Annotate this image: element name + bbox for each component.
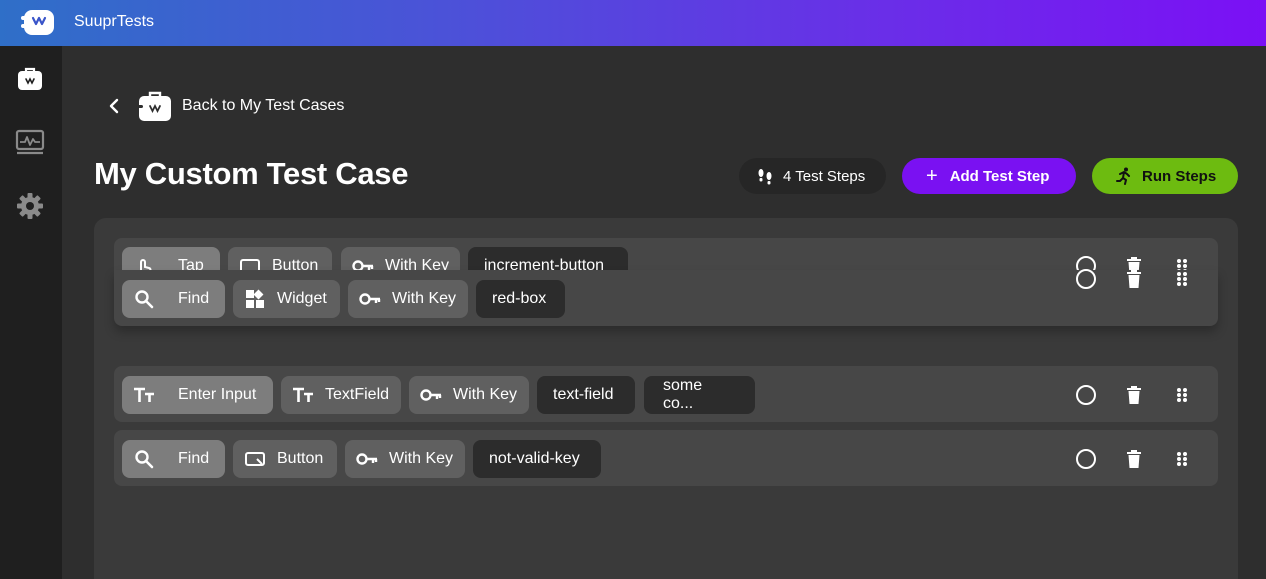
- tap-finger-icon: [132, 254, 156, 270]
- action-chip[interactable]: Tap: [122, 247, 220, 270]
- key-icon: [358, 287, 382, 311]
- table-row[interactable]: Tap Button With Key increment-button: [114, 238, 1218, 270]
- widget-type-chip[interactable]: Widget: [233, 280, 340, 318]
- back-to-test-cases-link[interactable]: Back to My Test Cases: [104, 88, 344, 124]
- gear-icon: [17, 193, 43, 219]
- sidebar-item-settings[interactable]: [14, 190, 46, 222]
- key-value-chip[interactable]: not-valid-key: [473, 440, 601, 478]
- test-steps-count: 4 Test Steps: [783, 167, 866, 185]
- key-icon: [355, 447, 379, 471]
- add-test-step-button[interactable]: + Add Test Step: [902, 158, 1076, 194]
- finder-label: With Key: [385, 257, 450, 270]
- run-steps-button[interactable]: Run Steps: [1092, 158, 1238, 194]
- widget-type-label: Button: [272, 257, 319, 270]
- action-label: Find: [178, 290, 210, 307]
- sidebar-item-test-cases[interactable]: [14, 63, 46, 95]
- finder-chip[interactable]: With Key: [341, 247, 460, 270]
- action-label: Enter Input: [178, 386, 257, 403]
- briefcase-icon: [18, 67, 42, 90]
- trash-icon: [1127, 386, 1141, 404]
- action-chip[interactable]: Enter Input: [122, 376, 273, 414]
- run-steps-label: Run Steps: [1142, 167, 1217, 185]
- status-circle-icon[interactable]: [1074, 267, 1098, 291]
- action-chip[interactable]: Find: [122, 280, 225, 318]
- sidebar-item-monitor[interactable]: [14, 126, 46, 158]
- trash-icon: [1127, 450, 1141, 468]
- table-row[interactable]: Find Button With Key not-valid-key: [114, 430, 1218, 486]
- app-title: SuuprTests: [74, 13, 155, 30]
- button-icon: [238, 254, 262, 270]
- widget-type-chip[interactable]: Button: [228, 247, 332, 270]
- footsteps-icon: [758, 169, 772, 185]
- status-circle-icon[interactable]: [1074, 447, 1098, 471]
- key-value-chip[interactable]: red-box: [476, 280, 565, 318]
- key-value: red-box: [492, 290, 547, 307]
- add-test-step-label: Add Test Step: [949, 167, 1050, 185]
- widget-type-chip[interactable]: Button: [233, 440, 337, 478]
- widgets-icon: [243, 287, 267, 311]
- action-label: Find: [178, 450, 210, 467]
- running-person-icon: [1116, 167, 1130, 185]
- status-circle-icon[interactable]: [1074, 383, 1098, 407]
- widget-type-label: TextField: [325, 386, 390, 403]
- finder-chip[interactable]: With Key: [348, 280, 468, 318]
- delete-step-button[interactable]: [1122, 383, 1146, 407]
- finder-label: With Key: [453, 386, 518, 403]
- plus-icon: +: [926, 165, 938, 187]
- table-row[interactable]: Enter Input TextField With Key text-fiel…: [114, 366, 1218, 422]
- finder-label: With Key: [389, 450, 454, 467]
- delete-step-button[interactable]: [1122, 267, 1146, 291]
- trash-icon: [1127, 270, 1141, 288]
- key-icon: [419, 383, 443, 407]
- sidebar: [0, 46, 62, 579]
- key-value: text-field: [553, 386, 614, 403]
- finder-label: With Key: [392, 290, 457, 307]
- finder-chip[interactable]: With Key: [345, 440, 465, 478]
- drag-handle-icon[interactable]: [1170, 447, 1194, 471]
- drag-handle-icon[interactable]: [1170, 383, 1194, 407]
- action-chip[interactable]: Find: [122, 440, 225, 478]
- key-value: increment-button: [484, 257, 605, 270]
- key-value-chip[interactable]: text-field: [537, 376, 635, 414]
- key-icon: [351, 254, 375, 270]
- table-row[interactable]: Find Widget With Key red-box: [114, 267, 1218, 326]
- delete-step-button[interactable]: [1122, 447, 1146, 471]
- key-value-chip[interactable]: increment-button: [468, 247, 628, 270]
- back-label: Back to My Test Cases: [182, 97, 345, 114]
- page-title: My Custom Test Case: [94, 156, 409, 191]
- finder-chip[interactable]: With Key: [409, 376, 529, 414]
- action-label: Tap: [178, 257, 204, 270]
- button-icon: [243, 447, 267, 471]
- suuprtests-logo-icon: [21, 10, 54, 35]
- input-text: some co...: [663, 377, 703, 412]
- input-text-chip[interactable]: some co...: [644, 376, 755, 414]
- key-value: not-valid-key: [489, 450, 580, 467]
- chevron-left-icon: [104, 96, 124, 116]
- widget-type-label: Widget: [277, 290, 327, 307]
- app-header: SuuprTests: [0, 0, 1266, 46]
- test-steps-count-badge: 4 Test Steps: [739, 158, 886, 194]
- search-icon: [132, 447, 156, 471]
- search-icon: [132, 287, 156, 311]
- briefcase-icon: [138, 91, 171, 121]
- widget-type-chip[interactable]: TextField: [281, 376, 401, 414]
- monitor-chart-icon: [15, 129, 45, 155]
- text-format-icon: [291, 383, 315, 407]
- drag-handle-icon[interactable]: [1170, 267, 1194, 291]
- widget-type-label: Button: [277, 450, 324, 467]
- text-format-icon: [132, 383, 156, 407]
